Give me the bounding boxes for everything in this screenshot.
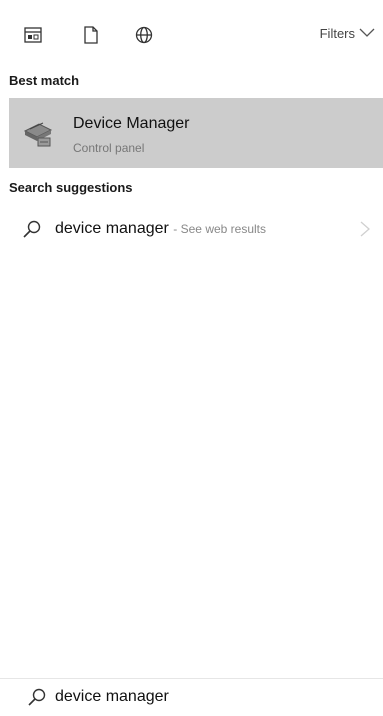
- suggestion-item[interactable]: device manager - See web results: [0, 211, 383, 247]
- filters-label: Filters: [319, 26, 355, 41]
- apps-icon[interactable]: [22, 24, 44, 46]
- best-match-title: Device Manager: [73, 115, 190, 132]
- suggestion-text: device manager - See web results: [55, 220, 266, 238]
- documents-icon[interactable]: [80, 24, 102, 46]
- best-match-subtitle: Control panel: [73, 141, 145, 155]
- best-match-result[interactable]: Device Manager Control panel: [9, 98, 383, 168]
- search-icon: [27, 687, 47, 707]
- web-icon[interactable]: [133, 24, 155, 46]
- chevron-down-icon: [359, 26, 375, 41]
- device-manager-icon: [21, 114, 57, 150]
- search-suggestions-heading: Search suggestions: [9, 180, 133, 195]
- best-match-heading: Best match: [9, 73, 80, 88]
- suggestion-hint: - See web results: [173, 222, 267, 236]
- search-bar: [0, 678, 383, 716]
- search-toolbar: Filters: [0, 0, 383, 70]
- search-icon: [22, 219, 42, 239]
- chevron-right-icon[interactable]: [357, 219, 373, 239]
- filters-button[interactable]: Filters: [320, 26, 375, 41]
- search-input[interactable]: [55, 685, 355, 709]
- suggestion-query: device manager: [55, 220, 169, 237]
